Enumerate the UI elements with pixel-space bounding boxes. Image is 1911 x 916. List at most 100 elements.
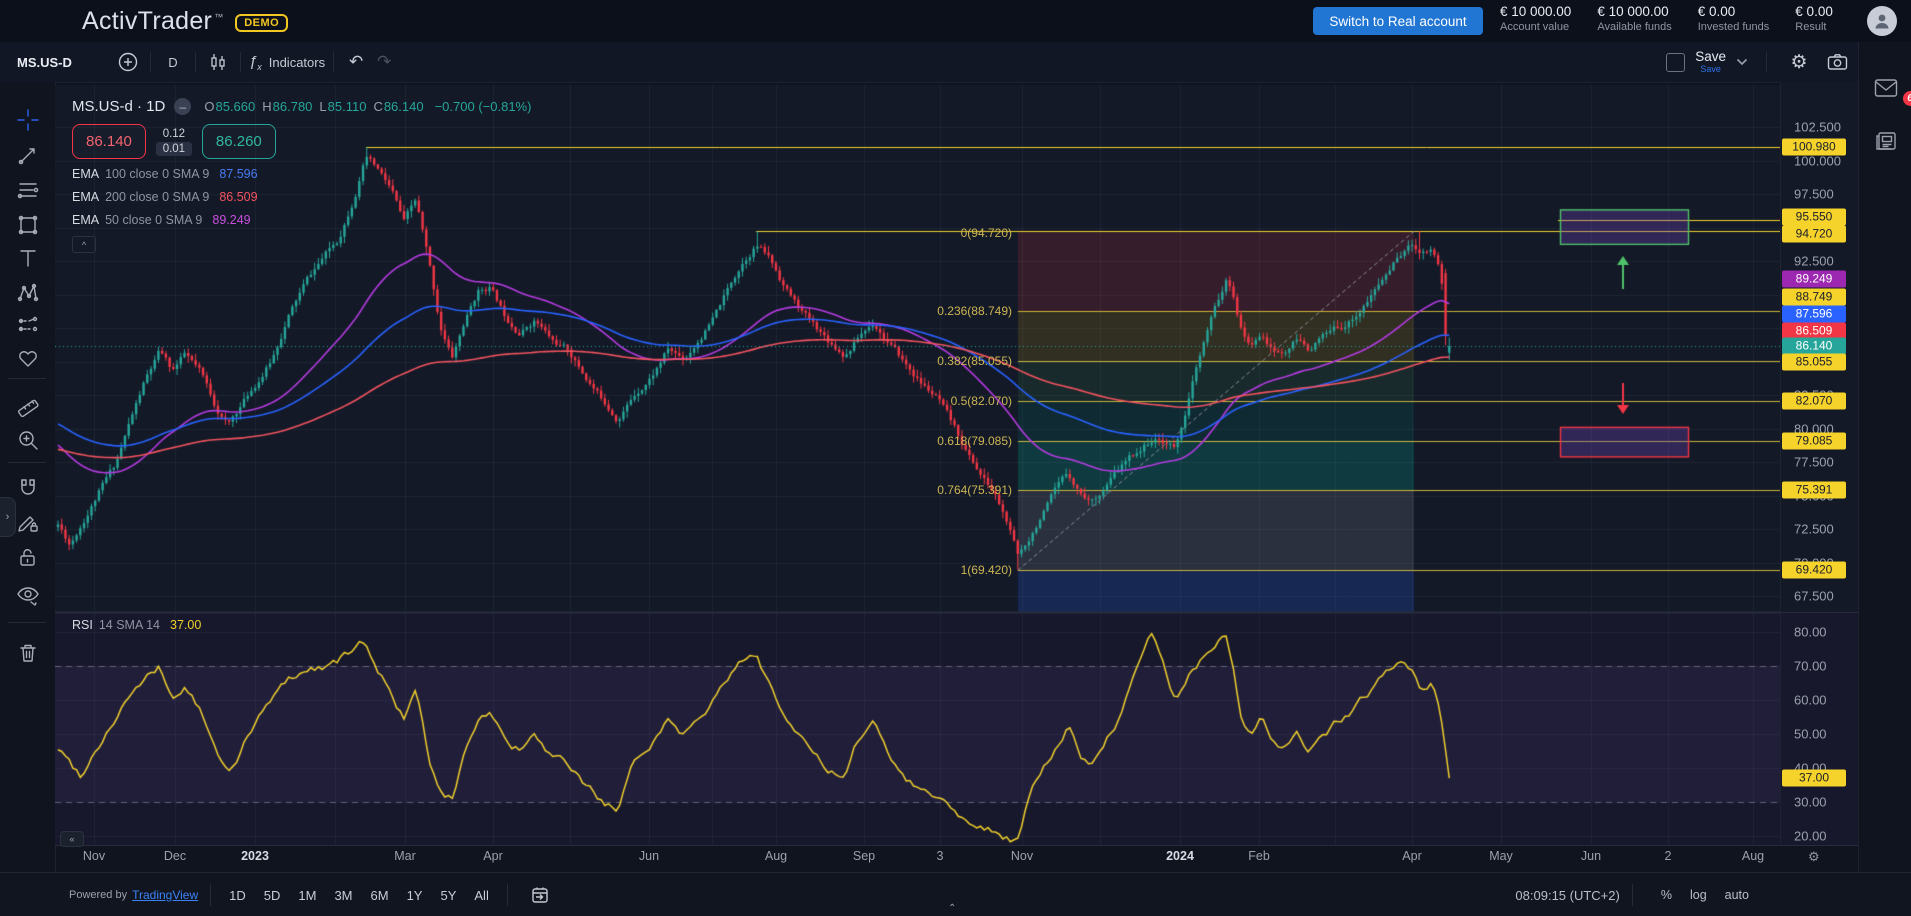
lock-drawings-tool[interactable] (11, 543, 45, 573)
range-button[interactable]: 1Y (401, 884, 429, 907)
scale-buttons: % logauto (1659, 886, 1751, 904)
ohlc-value: 86.780 (273, 99, 313, 114)
bottom-panel-expand-icon[interactable]: ⌃ (948, 903, 956, 914)
scale-mode-button[interactable]: log (1688, 886, 1709, 904)
rsi-tick-label: 70.00 (1794, 659, 1827, 674)
rsi-tick-label: 20.00 (1794, 829, 1827, 844)
indicator-name: EMA (72, 167, 99, 181)
crosshair-tool[interactable] (11, 105, 45, 135)
pane-separator[interactable] (55, 612, 1858, 613)
heart-icon (16, 346, 40, 370)
tradingview-link[interactable]: TradingView (132, 888, 198, 902)
symbol-label[interactable]: MS.US-D (17, 55, 72, 70)
range-button[interactable]: 1M (292, 884, 322, 907)
save-label: Save (1695, 50, 1726, 64)
axis-settings-gear-icon[interactable]: ⚙ (1808, 849, 1820, 865)
ohlc-key: H (262, 99, 271, 114)
indicator-legend-row[interactable]: EMA 100 close 0 SMA 9 87.596 (72, 166, 531, 182)
save-sub-label: Save (1700, 65, 1721, 74)
plus-circle-icon (117, 51, 139, 73)
fib-level-label: 0.382(85.055) (937, 354, 1012, 368)
news-button[interactable] (1874, 130, 1898, 157)
indicator-legend-rows: EMA 100 close 0 SMA 9 87.596 EMA 200 clo… (72, 166, 531, 228)
ohlc-pair: L85.110 (319, 99, 366, 114)
powered-by: Powered by TradingView (69, 888, 198, 902)
legend-collapse-button[interactable]: ^ (72, 236, 96, 253)
pattern-tool[interactable] (11, 278, 45, 308)
hide-series-button[interactable]: – (174, 98, 191, 115)
parallel-lines-icon (16, 178, 40, 202)
zoom-in-tool[interactable] (11, 425, 45, 455)
add-instrument-button[interactable] (114, 48, 142, 76)
redo-button[interactable]: ↷ (370, 48, 398, 76)
time-axis-label: Feb (1248, 849, 1270, 863)
save-button[interactable]: Save Save (1695, 50, 1726, 74)
range-button[interactable]: 6M (365, 884, 395, 907)
brand-logo: ActivTrader ™ DEMO (82, 7, 288, 36)
user-avatar[interactable] (1867, 6, 1897, 36)
hide-drawings-tool[interactable] (11, 582, 45, 612)
range-button[interactable]: 5Y (434, 884, 462, 907)
magnet-tool[interactable] (11, 473, 45, 503)
settings-gear-icon[interactable]: ⚙ (1785, 48, 1813, 76)
indicator-legend-row[interactable]: EMA 50 close 0 SMA 9 89.249 (72, 212, 531, 228)
rsi-legend-row[interactable]: RSI 14 SMA 14 37.00 (72, 618, 201, 632)
chart-type-button[interactable] (204, 48, 232, 76)
indicators-button[interactable]: ƒx Indicators (249, 48, 325, 76)
sell-bid-button[interactable]: 86.140 (72, 124, 146, 159)
change-value: −0.700 (−0.81%) (435, 99, 532, 114)
time-axis-label: Mar (394, 849, 416, 863)
price-level-badge: 69.420 (1782, 562, 1846, 579)
stat-label: Available funds (1597, 21, 1671, 35)
range-button[interactable]: 1D (223, 884, 252, 907)
rsi-name: RSI (72, 618, 93, 632)
time-axis-label: Apr (1402, 849, 1421, 863)
interval-button[interactable]: D (159, 48, 187, 76)
scale-mode-button[interactable]: % (1659, 886, 1674, 904)
rectangle-tool[interactable] (11, 210, 45, 240)
toolbar-right-cluster: Save Save ⚙ (1666, 42, 1851, 82)
go-to-date-button[interactable] (524, 884, 556, 906)
layout-checkbox[interactable] (1666, 53, 1685, 72)
rsi-params: 14 SMA 14 (99, 618, 160, 632)
price-level-badge: 75.391 (1782, 482, 1846, 499)
price-level-badge: 95.550 (1782, 209, 1846, 226)
brand-name: ActivTrader (82, 7, 212, 36)
indicator-legend-row[interactable]: EMA 200 close 0 SMA 9 86.509 (72, 189, 531, 205)
emoji-tool[interactable] (11, 343, 45, 373)
rail-expand-handle[interactable]: › (0, 497, 16, 537)
pencil-lock-icon (16, 511, 40, 535)
parallel-lines-tool[interactable] (11, 175, 45, 205)
fib-level-label: 1(69.420) (961, 563, 1012, 577)
person-icon (1872, 11, 1892, 31)
switch-to-real-button[interactable]: Switch to Real account (1313, 7, 1483, 35)
chevron-down-icon[interactable] (1736, 58, 1748, 66)
indicator-value: 86.509 (219, 190, 257, 204)
projection-tool[interactable] (11, 310, 45, 340)
fx-icon: ƒx (249, 53, 262, 72)
bottombar-right: 08:09:15 (UTC+2) % logauto (1515, 884, 1751, 906)
session-clock[interactable]: 08:09:15 (UTC+2) (1515, 888, 1619, 903)
range-button[interactable]: 5D (258, 884, 287, 907)
envelope-icon (1874, 78, 1898, 98)
go-to-date-icon (530, 885, 550, 905)
buy-ask-button[interactable]: 86.260 (202, 124, 276, 159)
range-button[interactable]: All (468, 884, 494, 907)
remove-drawings-tool[interactable] (11, 638, 45, 668)
time-axis-label: Nov (83, 849, 105, 863)
range-button[interactable]: 3M (328, 884, 358, 907)
camera-icon (1827, 53, 1848, 71)
ohlc-pair: H86.780 (262, 99, 312, 114)
text-tool[interactable] (11, 243, 45, 273)
scroll-left-button[interactable]: « (60, 831, 84, 847)
scale-mode-button[interactable]: auto (1723, 886, 1751, 904)
fib-level-label: 0.236(88.749) (937, 304, 1012, 318)
trend-line-tool[interactable] (11, 140, 45, 170)
account-stat: € 0.00 Result (1795, 4, 1833, 35)
measure-tool[interactable] (11, 390, 45, 420)
camera-snapshot-icon[interactable] (1823, 48, 1851, 76)
undo-button[interactable]: ↶ (342, 48, 370, 76)
messages-button[interactable]: 6 (1874, 78, 1898, 103)
rail-divider (8, 462, 46, 463)
price-level-badge: 82.070 (1782, 393, 1846, 410)
